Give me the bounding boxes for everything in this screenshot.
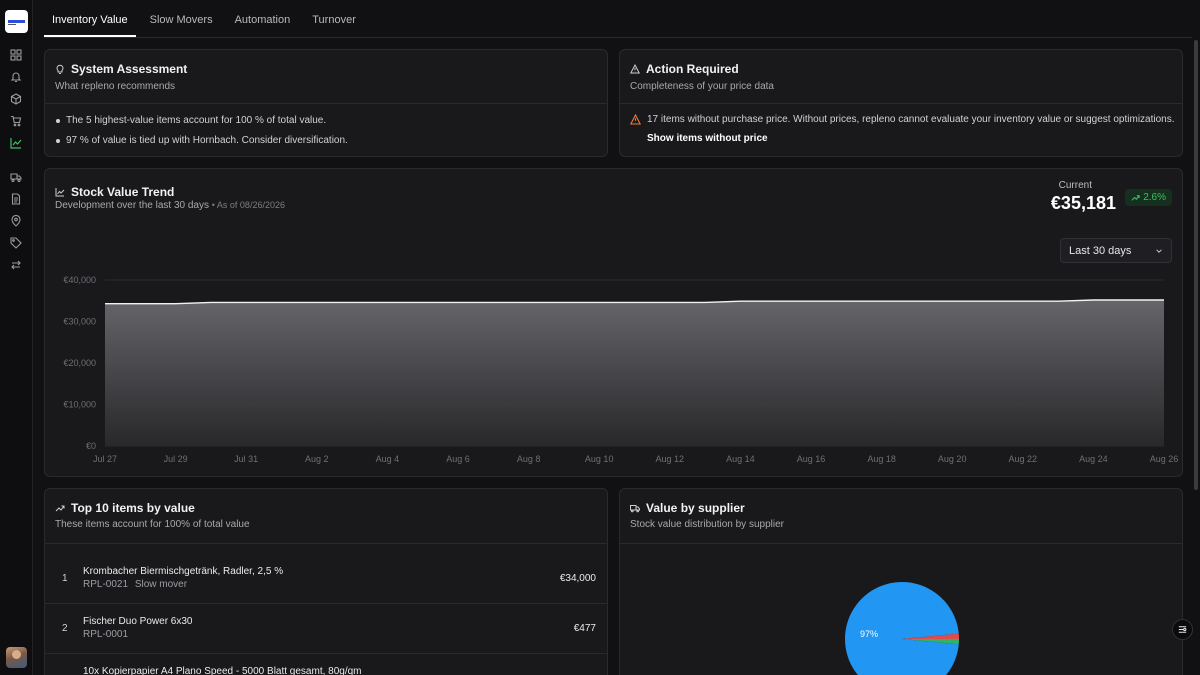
tab-automation[interactable]: Automation — [227, 14, 299, 37]
x-tick-label: Aug 10 — [585, 454, 614, 464]
transfer-icon[interactable] — [9, 258, 23, 272]
x-tick-label: Aug 24 — [1079, 454, 1108, 464]
slow-mover-tag: Slow mover — [134, 579, 188, 590]
missing-price-warning-text: 17 items without purchase price. Without… — [647, 114, 1175, 125]
tab-slow-movers[interactable]: Slow Movers — [142, 14, 221, 37]
x-tick-label: Aug 20 — [938, 454, 967, 464]
divider — [620, 103, 1182, 104]
top-items-title-text: Top 10 items by value — [71, 501, 195, 515]
box-icon[interactable] — [9, 92, 23, 106]
item-rank: 2 — [62, 623, 68, 634]
supplier-card: Value by supplier Stock value distributi… — [619, 488, 1183, 675]
action-required-card: Action Required Completeness of your pri… — [619, 49, 1183, 157]
system-assessment-title-text: System Assessment — [71, 62, 188, 76]
stock-value-chart: €0 €10,000 €20,000 €30,000 €40,000 Jul 27 Jul … — [63, 275, 1179, 464]
recommendation-item: 97 % of value is tied up with Hornbach. … — [56, 135, 348, 146]
item-rank: 1 — [62, 573, 68, 584]
item-name: Fischer Duo Power 6x30 — [83, 616, 193, 627]
location-pin-icon[interactable] — [9, 214, 23, 228]
x-tick-label: Aug 14 — [726, 454, 755, 464]
table-row[interactable]: 10x Kopierpapier A4 Plano Speed - 5000 B… — [45, 654, 607, 675]
sliders-icon — [1178, 626, 1187, 633]
action-required-subtitle: Completeness of your price data — [630, 81, 774, 92]
supplier-title: Value by supplier — [630, 501, 745, 515]
y-tick-label: €0 — [86, 441, 96, 451]
item-name: Krombacher Biermischgetränk, Radler, 2,5… — [83, 566, 284, 577]
x-tick-label: Aug 8 — [517, 454, 541, 464]
truck-icon[interactable] — [9, 170, 23, 184]
item-value: €34,000 — [559, 573, 596, 584]
top-items-subtitle: These items account for 100% of total va… — [55, 519, 250, 530]
page-scrollbar[interactable] — [1194, 40, 1198, 490]
x-tick-label: Aug 26 — [1150, 454, 1179, 464]
supplier-title-text: Value by supplier — [646, 501, 745, 515]
action-required-title-text: Action Required — [646, 62, 739, 76]
supplier-pie-chart: 97% — [844, 582, 959, 675]
show-items-without-price-link[interactable]: Show items without price — [647, 133, 768, 144]
x-tick-label: Aug 6 — [446, 454, 470, 464]
document-icon[interactable] — [9, 192, 23, 206]
x-tick-label: Aug 22 — [1009, 454, 1038, 464]
bullet-dot — [56, 138, 60, 143]
x-tick-label: Jul 29 — [164, 454, 188, 464]
action-required-title: Action Required — [630, 62, 739, 76]
stock-value-trend-card: Stock Value Trend Development over the l… — [44, 168, 1183, 477]
bullet-dot — [56, 118, 60, 123]
recommendation-text: 97 % of value is tied up with Hornbach. … — [66, 135, 348, 146]
missing-price-warning: 17 items without purchase price. Without… — [630, 114, 1175, 125]
warning-triangle-icon — [630, 64, 640, 74]
system-assessment-card: System Assessment What repleno recommend… — [44, 49, 608, 157]
divider — [45, 543, 607, 544]
x-tick-label: Aug 2 — [305, 454, 329, 464]
sidebar — [0, 0, 33, 675]
item-sku: RPL-0001 — [83, 629, 129, 640]
tab-inventory-value[interactable]: Inventory Value — [44, 14, 136, 37]
tab-turnover[interactable]: Turnover — [304, 14, 364, 37]
tag-icon[interactable] — [9, 236, 23, 250]
tab-bar: Inventory Value Slow Movers Automation T… — [44, 0, 1192, 38]
system-assessment-subtitle: What repleno recommends — [55, 81, 176, 92]
alert-triangle-icon — [630, 114, 641, 125]
item-sku: RPL-0021 — [83, 579, 129, 590]
top-items-title: Top 10 items by value — [55, 501, 195, 515]
filter-settings-button[interactable] — [1172, 619, 1193, 640]
series-area — [105, 299, 1164, 446]
item-name: 10x Kopierpapier A4 Plano Speed - 5000 B… — [83, 666, 362, 675]
supplier-subtitle: Stock value distribution by supplier — [630, 519, 784, 530]
item-sku-line: RPL-0021 Slow mover — [83, 579, 187, 590]
y-tick-label: €10,000 — [63, 400, 96, 410]
y-tick-label: €20,000 — [63, 358, 96, 368]
table-row[interactable]: 2 Fischer Duo Power 6x30 RPL-0001 €477 — [45, 604, 607, 654]
pie-slice-label: 97% — [860, 629, 878, 639]
x-tick-label: Aug 18 — [867, 454, 896, 464]
trending-up-icon — [55, 505, 65, 512]
cart-icon[interactable] — [9, 114, 23, 128]
truck-icon — [630, 505, 640, 513]
x-tick-label: Jul 31 — [234, 454, 258, 464]
divider — [45, 103, 607, 104]
dashboard-icon[interactable] — [9, 48, 23, 62]
recommendation-text: The 5 highest-value items account for 10… — [66, 115, 327, 126]
x-tick-label: Aug 16 — [797, 454, 826, 464]
x-tick-label: Aug 4 — [376, 454, 400, 464]
table-row[interactable]: 1 Krombacher Biermischgetränk, Radler, 2… — [45, 554, 607, 604]
recommendation-item: The 5 highest-value items account for 10… — [56, 115, 326, 126]
lightbulb-icon — [56, 64, 64, 74]
y-tick-label: €40,000 — [63, 275, 96, 285]
app-logo[interactable] — [5, 10, 28, 33]
item-value: €477 — [573, 623, 596, 634]
chart-icon[interactable] — [9, 136, 23, 150]
y-tick-label: €30,000 — [63, 317, 96, 327]
x-tick-label: Aug 12 — [656, 454, 685, 464]
bell-icon[interactable] — [9, 70, 23, 84]
x-tick-label: Jul 27 — [93, 454, 117, 464]
user-avatar[interactable] — [6, 647, 27, 668]
top-items-card: Top 10 items by value These items accoun… — [44, 488, 608, 675]
system-assessment-title: System Assessment — [55, 62, 187, 76]
